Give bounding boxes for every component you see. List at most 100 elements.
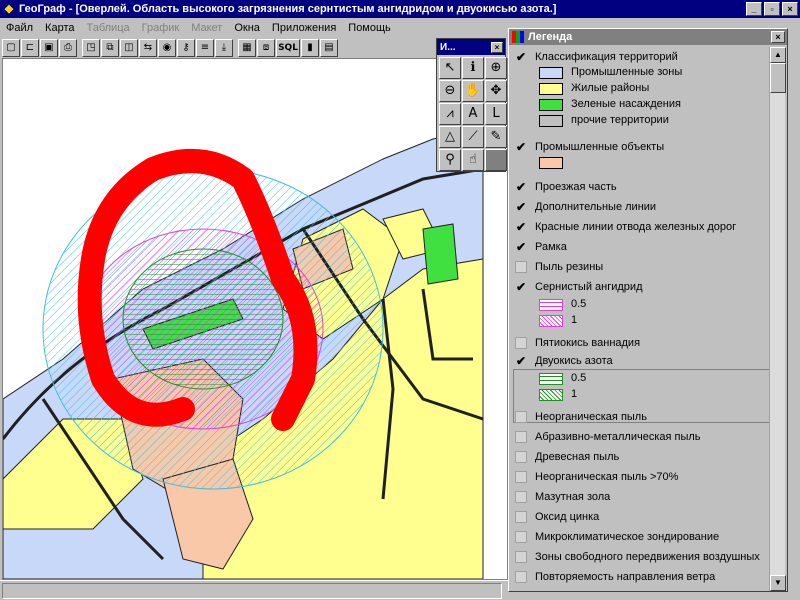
legend-layer-extra-lines[interactable]: ✔ Дополнительные линии — [515, 199, 656, 215]
sql-icon[interactable]: SQL — [276, 38, 300, 57]
arrange-icon[interactable]: ◫ — [120, 38, 138, 57]
window-icon[interactable]: ◳ — [82, 38, 100, 57]
zoom-in-icon[interactable]: ⊕ — [485, 57, 507, 79]
checkbox-empty[interactable] — [515, 411, 527, 423]
checkbox-empty[interactable] — [515, 491, 527, 503]
key-icon[interactable]: ⚷ — [177, 38, 195, 57]
legend-layer-air-zones[interactable]: Зоны свободного передвижения воздушных — [515, 549, 760, 565]
info-tool-icon[interactable]: ℹ — [462, 57, 484, 79]
legend-layer-microclimate[interactable]: Микроклиматическое зондирование — [515, 529, 719, 545]
check-icon[interactable]: ✔ — [515, 181, 527, 193]
check-icon[interactable]: ✔ — [515, 141, 527, 153]
label-industrial: Промышленные зоны — [571, 66, 683, 78]
table-icon[interactable]: ▦ — [238, 38, 256, 57]
legend-close-button[interactable]: × — [771, 31, 785, 43]
close-button[interactable]: × — [782, 2, 798, 16]
checkbox-empty[interactable] — [515, 471, 527, 483]
stack-icon[interactable]: ⧈ — [257, 38, 275, 57]
legend-layer-vanadium[interactable]: Пятиокись ваннадия — [515, 335, 640, 351]
checkbox-empty[interactable] — [515, 431, 527, 443]
select-line-icon[interactable]: ⟋ — [462, 126, 484, 148]
legend-layer-inorganic-dust-70[interactable]: Неорганическая пыль >70% — [515, 469, 678, 485]
menu-table[interactable]: Таблица — [80, 22, 135, 34]
pen-tool-icon[interactable]: ✎ — [485, 126, 507, 148]
legend-layer-classification[interactable]: ✔ Классификация территорий — [515, 49, 678, 65]
scroll-thumb[interactable] — [770, 63, 786, 93]
download-icon[interactable]: ⤓ — [215, 38, 233, 57]
swatch-other — [539, 115, 563, 127]
map-canvas[interactable] — [3, 59, 507, 579]
map-window[interactable] — [2, 58, 508, 580]
checkbox-empty[interactable] — [515, 337, 527, 349]
menu-applications[interactable]: Приложения — [266, 22, 342, 34]
checkbox-empty[interactable] — [515, 531, 527, 543]
layers-icon[interactable]: ◉ — [158, 38, 176, 57]
new-file-icon[interactable]: ▢ — [2, 38, 20, 57]
legend-layer-abrasive-dust[interactable]: Абразивно-металлическая пыль — [515, 429, 701, 445]
tool-palette-close-button[interactable]: × — [491, 41, 503, 53]
graph-tool-icon[interactable]: ⩘ — [439, 103, 461, 125]
minimize-button[interactable]: _ — [746, 2, 762, 16]
pointer-tool-icon[interactable]: ↖ — [439, 57, 461, 79]
menu-help[interactable]: Помощь — [342, 22, 397, 34]
list-icon[interactable]: ≡ — [196, 38, 214, 57]
legend-layer-railway-red-lines[interactable]: ✔ Красные линии отвода железных дорог — [515, 219, 736, 235]
swap-icon[interactable]: ⇆ — [139, 38, 157, 57]
print-icon[interactable]: ⎙ — [59, 38, 77, 57]
legend-layer-rubber-dust[interactable]: Пыль резины — [515, 259, 603, 275]
zoom-out-icon[interactable]: ⊖ — [439, 80, 461, 102]
legend-layer-fuel-ash[interactable]: Мазутная зола — [515, 489, 610, 505]
title-bar: ◆ ГеоГраф - [Оверлей. Область высокого з… — [0, 0, 800, 18]
menu-map[interactable]: Карта — [39, 22, 80, 34]
full-extent-icon[interactable]: ✥ — [485, 80, 507, 102]
check-icon[interactable]: ✔ — [515, 241, 527, 253]
legend-layer-frame[interactable]: ✔ Рамка — [515, 239, 567, 255]
bar-chart-icon[interactable]: ▮ — [301, 38, 319, 57]
check-icon[interactable]: ✔ — [515, 221, 527, 233]
legend-layer-so2[interactable]: ✔ Сернистый ангидрид — [515, 279, 643, 295]
open-folder-icon[interactable]: ⊏ — [21, 38, 39, 57]
no2-zone — [122, 248, 284, 390]
menu-layout[interactable]: Макет — [185, 22, 228, 34]
checkbox-empty[interactable] — [515, 571, 527, 583]
save-icon[interactable]: ▣ — [40, 38, 58, 57]
legend-scrollbar[interactable]: ▲ ▼ — [769, 47, 786, 591]
pan-hand-icon[interactable]: ✋ — [462, 80, 484, 102]
checkbox-empty[interactable] — [515, 451, 527, 463]
menu-graph[interactable]: График — [136, 22, 186, 34]
legend-layer-wood-dust[interactable]: Древесная пыль — [515, 449, 619, 465]
checkbox-empty[interactable] — [515, 551, 527, 563]
check-icon[interactable]: ✔ — [515, 281, 527, 293]
restore-button[interactable]: ▫ — [764, 2, 780, 16]
swatch-no2-1 — [539, 389, 563, 401]
measure-tool-icon[interactable]: △ — [439, 126, 461, 148]
check-icon[interactable]: ✔ — [515, 51, 527, 63]
document-icon[interactable]: ▤ — [320, 38, 338, 57]
checkbox-empty[interactable] — [515, 511, 527, 523]
check-icon[interactable]: ✔ — [515, 201, 527, 213]
text-tool-icon[interactable]: A — [462, 103, 484, 125]
label-no2-1: 1 — [571, 388, 578, 400]
menu-windows[interactable]: Окна — [228, 22, 266, 34]
blank-tool-icon[interactable] — [485, 149, 507, 171]
legend-title: Легенда — [528, 31, 573, 43]
legend-layer-roadway[interactable]: ✔ Проезжая часть — [515, 179, 617, 195]
legend-layer-industrial-objects[interactable]: ✔ Промышленные объекты — [515, 139, 664, 155]
checkbox-empty[interactable] — [515, 261, 527, 273]
legend-list: ✔ Классификация территорий Промышленные з… — [511, 47, 773, 591]
check-icon[interactable]: ✔ — [515, 355, 527, 367]
legend-layer-zinc-oxide[interactable]: Оксид цинка — [515, 509, 599, 525]
scroll-down-icon[interactable]: ▼ — [770, 575, 786, 591]
scroll-up-icon[interactable]: ▲ — [770, 47, 786, 63]
label-tool-icon[interactable]: L — [485, 103, 507, 125]
app-logo-icon: ◆ — [4, 3, 14, 15]
swatch-so2-05 — [539, 299, 563, 311]
copy-icon[interactable]: ⧉ — [101, 38, 119, 57]
hand-point-icon[interactable]: ☝ — [462, 149, 484, 171]
legend-layer-wind-frequency[interactable]: Повторяемость направления ветра — [515, 569, 715, 585]
tool-palette-title: И... × — [437, 39, 505, 55]
legend-layer-inorganic-dust[interactable]: Неорганическая пыль — [515, 409, 647, 425]
find-tool-icon[interactable]: ⚲ — [439, 149, 461, 171]
legend-layer-no2[interactable]: ✔ Двуокись азота — [515, 353, 613, 369]
menu-file[interactable]: Файл — [0, 22, 39, 34]
